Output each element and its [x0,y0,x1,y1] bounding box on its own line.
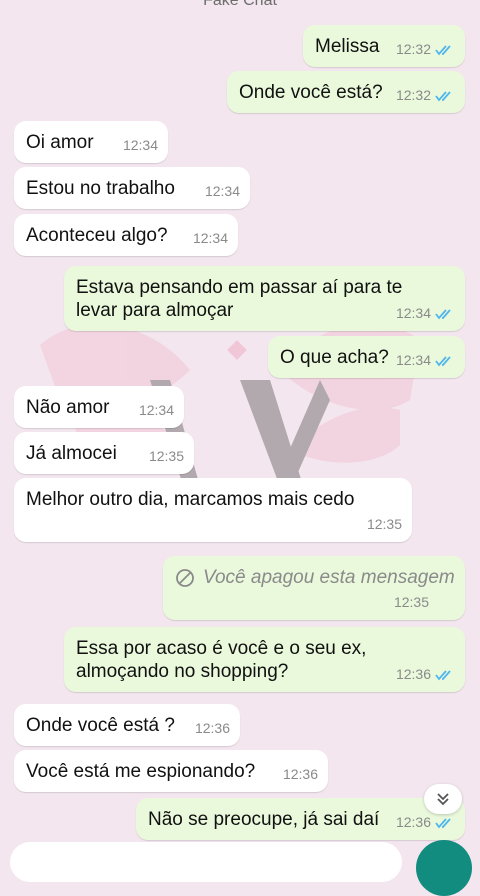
message-time: 12:32 [395,41,431,57]
message-text: Onde você está? [239,82,383,103]
outgoing-message[interactable]: Onde você está? 12:32 [227,71,465,113]
app-title: Fake Chat [203,0,277,9]
double-check-icon [435,44,451,55]
message-time: 12:34 [395,352,431,368]
message-input[interactable] [10,842,402,882]
message-time: 12:35 [366,516,402,532]
message-time: 12:34 [192,230,228,246]
double-chevron-down-icon [437,793,449,806]
message-time: 12:35 [148,448,184,464]
message-text: O que acha? [280,347,389,368]
message-time: 12:36 [282,766,318,782]
outgoing-message[interactable]: Estava pensando em passar aí para te lev… [64,266,465,331]
incoming-message[interactable]: Melhor outro dia, marcamos mais cedo 12:… [14,478,412,542]
message-time: 12:34 [138,402,174,418]
message-text: Não amor [26,397,110,418]
message-time: 12:34 [204,183,240,199]
message-text: Não se preocupe, já sai daí [148,809,380,830]
message-time: 12:32 [395,87,431,103]
message-text: Onde você está ? [26,715,175,736]
incoming-message[interactable]: Estou no trabalho 12:34 [14,167,250,209]
message-text: Já almocei [26,443,117,464]
incoming-message[interactable]: Aconteceu algo? 12:34 [14,214,238,256]
incoming-message[interactable]: Onde você está ? 12:36 [14,704,240,746]
message-text: Estava pensando em passar aí para te lev… [76,277,403,321]
message-time: 12:36 [395,666,431,682]
message-time: 12:34 [395,305,431,321]
message-time: 12:36 [395,814,431,830]
deleted-message[interactable]: Você apagou esta mensagem 12:35 [163,556,465,620]
message-text: Melissa [315,36,380,57]
double-check-icon [435,355,451,366]
outgoing-message[interactable]: O que acha? 12:34 [268,336,465,378]
double-check-icon [435,669,451,680]
outgoing-message[interactable]: Essa por acaso é você e o seu ex, almoça… [64,627,465,692]
prohibited-icon [176,568,194,587]
incoming-message[interactable]: Não amor 12:34 [14,386,184,428]
message-text: Essa por acaso é você e o seu ex, almoça… [76,638,367,682]
message-text: Você está me espionando? [26,761,256,782]
send-button[interactable] [416,840,472,896]
message-text: Aconteceu algo? [26,225,168,246]
message-time: 12:36 [194,720,230,736]
outgoing-message[interactable]: Não se preocupe, já sai daí 12:36 [136,798,465,840]
incoming-message[interactable]: Já almocei 12:35 [14,432,194,474]
double-check-icon [435,308,451,319]
scroll-to-bottom-button[interactable] [424,784,462,814]
message-time: 12:34 [122,137,158,153]
double-check-icon [435,90,451,101]
message-text: Oi amor [26,132,94,153]
message-text: Estou no trabalho [26,178,175,199]
incoming-message[interactable]: Você está me espionando? 12:36 [14,750,328,792]
double-check-icon [435,817,451,828]
outgoing-message[interactable]: Melissa 12:32 [303,25,465,67]
message-text: Melhor outro dia, marcamos mais cedo [26,489,355,510]
incoming-message[interactable]: Oi amor 12:34 [14,121,168,163]
message-time: 12:35 [393,594,429,610]
message-text: Você apagou esta mensagem [203,567,455,588]
